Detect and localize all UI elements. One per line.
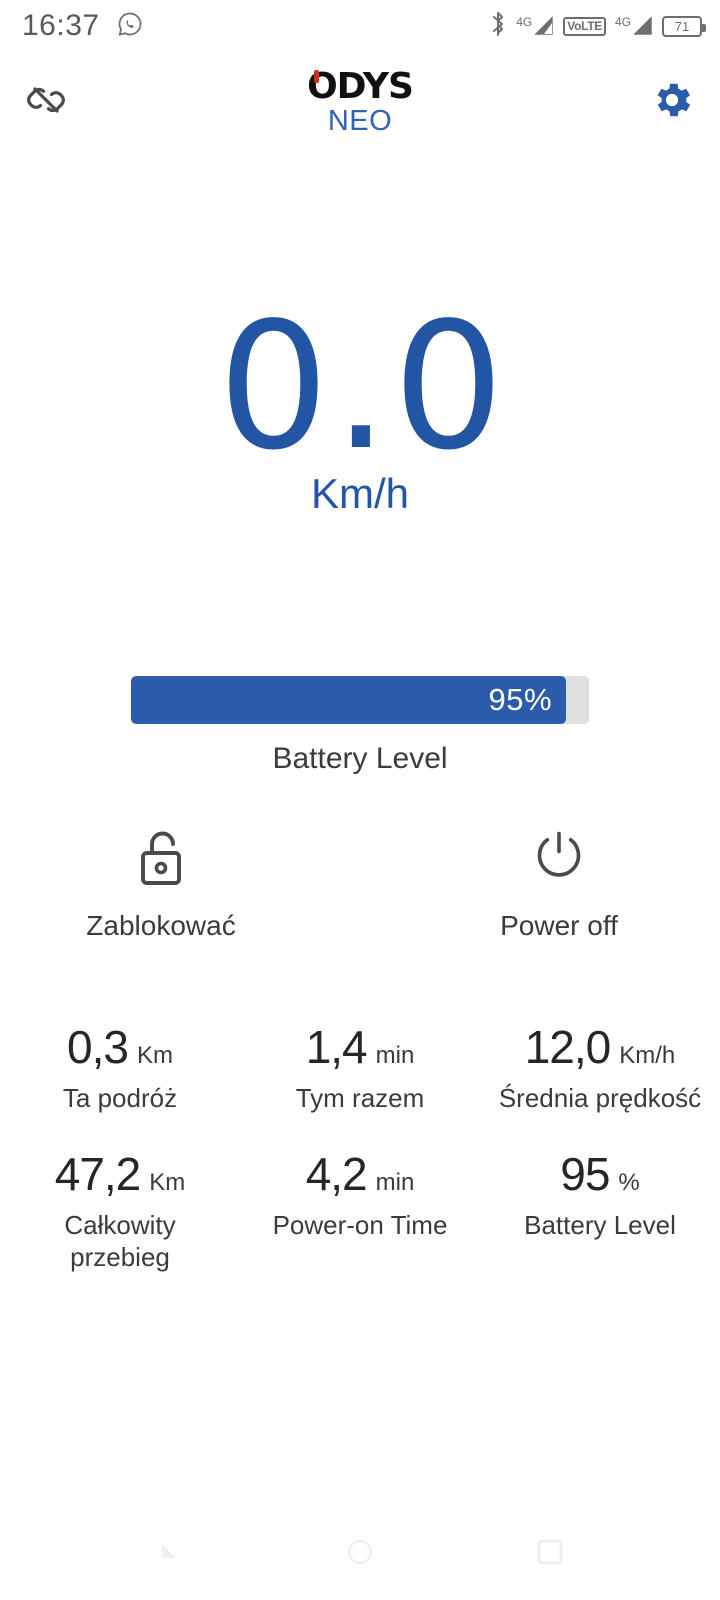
broken-link-icon[interactable] — [18, 72, 74, 128]
stat-value: 0,3 — [67, 1021, 129, 1073]
sim2-generation-label: 4G — [614, 15, 631, 29]
whatsapp-icon — [116, 10, 144, 43]
stat-total-mileage: 47,2 Km Całkowity przebieg — [0, 1147, 240, 1274]
brand-power-notch-icon — [314, 70, 320, 83]
brand-logo: ODYS — [307, 66, 414, 107]
stat-value-line: 12,0 Km/h — [525, 1020, 676, 1074]
stat-unit: % — [618, 1168, 640, 1196]
home-icon[interactable] — [340, 1532, 380, 1577]
speed-unit: Km/h — [310, 469, 410, 517]
lock-button[interactable]: Zablokować — [66, 820, 256, 942]
system-navigation-bar — [0, 1508, 720, 1600]
status-clock: 16:37 — [22, 9, 100, 42]
stat-unit: Km — [149, 1168, 186, 1196]
power-off-button[interactable]: Power off — [464, 820, 654, 942]
battery-level-block: 95% Battery Level — [0, 676, 720, 776]
stat-average-speed: 12,0 Km/h Średnia prędkość — [480, 1020, 720, 1115]
stat-value: 1,4 — [305, 1021, 368, 1073]
signal-bars-icon — [534, 16, 553, 35]
stat-value-line: 95 % — [560, 1147, 640, 1201]
stat-label: Ta podróż — [62, 1083, 178, 1113]
stat-unit: min — [375, 1042, 415, 1069]
lock-button-label: Zablokować — [86, 910, 236, 941]
battery-percent-text: 71 — [674, 18, 690, 34]
stat-value: 95 — [560, 1147, 610, 1200]
stat-power-on-time: 4,2 min Power-on Time — [240, 1147, 480, 1274]
battery-progress-caption: Battery Level — [272, 742, 448, 775]
stats-row: 0,3 Km Ta podróż 1,4 min Tym razem 12,0 … — [0, 1020, 720, 1115]
gear-icon[interactable] — [644, 72, 700, 128]
battery-progress-track: 95% — [131, 676, 589, 724]
device-model: NEO — [327, 105, 393, 137]
back-icon[interactable] — [150, 1532, 190, 1577]
stats-row: 47,2 Km Całkowity przebieg 4,2 min Power… — [0, 1147, 720, 1274]
signal-sim2: 4G — [615, 15, 653, 37]
brand-text: ODYS — [307, 66, 414, 107]
power-off-button-label: Power off — [500, 910, 618, 941]
action-buttons: Zablokować Power off — [0, 820, 720, 942]
stat-value-line: 0,3 Km — [67, 1020, 173, 1074]
bluetooth-icon — [489, 11, 507, 42]
stat-value-line: 4,2 min — [306, 1147, 415, 1201]
battery-progress-label: 95% — [488, 682, 553, 717]
stat-unit: Km — [136, 1042, 173, 1069]
stat-unit: Km/h — [619, 1042, 676, 1069]
app-header: ODYS NEO — [0, 52, 720, 148]
battery-progress-fill: 95% — [131, 676, 567, 724]
speedometer-dial: 0.0 Km/h — [132, 184, 588, 640]
unlocked-padlock-icon — [125, 820, 197, 892]
stat-label: Tym razem — [295, 1083, 425, 1113]
status-bar-left: 16:37 — [22, 9, 144, 43]
stat-value-line: 47,2 Km — [55, 1147, 186, 1201]
stat-value: 12,0 — [524, 1021, 612, 1073]
stat-value: 4,2 — [305, 1147, 368, 1200]
stat-battery-level: 95 % Battery Level — [480, 1147, 720, 1274]
signal-sim1: 4G — [516, 15, 554, 37]
stat-label: Całkowity przebieg — [64, 1209, 176, 1273]
stat-label: Power-on Time — [272, 1209, 448, 1240]
battery-icon: 71 — [662, 15, 706, 37]
signal-bars-icon — [633, 16, 652, 35]
stat-label: Battery Level — [524, 1209, 676, 1240]
stat-value-line: 1,4 min — [306, 1020, 415, 1074]
status-bar-right: 4G VoLTE 4G 71 — [489, 11, 706, 42]
speedometer: 0.0 Km/h — [0, 162, 720, 662]
stat-unit: min — [375, 1168, 415, 1196]
sim1-generation-label: 4G — [516, 15, 533, 29]
stats-grid: 0,3 Km Ta podróż 1,4 min Tym razem 12,0 … — [0, 1020, 720, 1274]
recents-icon[interactable] — [530, 1532, 570, 1577]
stat-label: Średnia prędkość — [498, 1083, 702, 1113]
speed-value: 0.0 — [217, 285, 509, 489]
power-icon — [523, 820, 595, 892]
status-bar: 16:37 4G VoLTE 4G 71 — [0, 0, 720, 52]
stat-trip-distance: 0,3 Km Ta podróż — [0, 1020, 240, 1115]
stat-value: 47,2 — [54, 1147, 142, 1200]
volte-badge: VoLTE — [563, 16, 606, 36]
stat-trip-time: 1,4 min Tym razem — [240, 1020, 480, 1115]
